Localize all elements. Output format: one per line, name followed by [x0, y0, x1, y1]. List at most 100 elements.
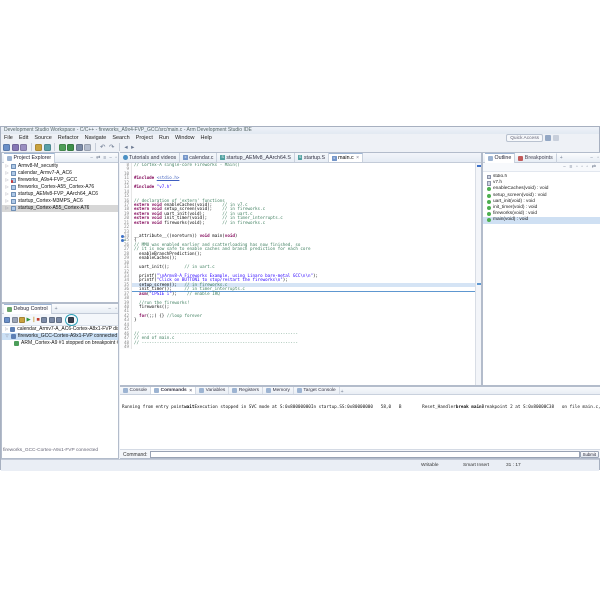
project-item-startup-cortex-m3mps-ac6[interactable]: ▷startup_Cortex-M3MPS_AC6 [2, 198, 118, 205]
redo-icon[interactable]: ↷ [108, 144, 115, 151]
quick-access-button[interactable]: Quick Access [506, 134, 543, 142]
menu-run[interactable]: Run [156, 134, 172, 142]
expander-icon[interactable]: ▷ [5, 170, 9, 177]
project-item-startup-aemv8-fvp-aarch64-ac6[interactable]: ▷startup_AEMv8-FVP_AArch64_AC6 [2, 191, 118, 198]
overview-currentline-marker[interactable] [477, 283, 481, 285]
menu-navigate[interactable]: Navigate [82, 134, 110, 142]
tab-startup-s[interactable]: Sstartup.S [295, 153, 329, 162]
search-icon[interactable] [84, 144, 91, 151]
debug-icon[interactable] [59, 144, 66, 151]
expander-icon[interactable]: ▷ [5, 177, 9, 184]
overview-ruler[interactable] [475, 163, 481, 385]
menu-edit[interactable]: Edit [16, 134, 31, 142]
project-item-startup-cortex-a55-cortex-a76[interactable]: ▷startup_Cortex-A55_Cortex-A76 [2, 205, 118, 212]
hide-fields-icon[interactable]: ▫ [575, 162, 579, 172]
add-view-icon[interactable]: + [54, 304, 59, 314]
back-icon[interactable]: ◂ [123, 144, 128, 151]
perspective-debug-icon[interactable] [553, 135, 559, 141]
disconnect-icon[interactable] [12, 317, 18, 323]
tab-breakpoints[interactable]: Breakpoints [515, 153, 556, 163]
step-into-icon[interactable] [41, 317, 47, 323]
maximize-icon[interactable]: ▫ [114, 304, 118, 314]
overview-breakpoint-marker[interactable] [477, 165, 481, 167]
expander-icon[interactable]: ▷ [5, 163, 9, 170]
tab-target-console[interactable]: Target Console [294, 387, 340, 394]
command-input[interactable] [150, 451, 580, 458]
tab-main-c[interactable]: cmain.c× [329, 153, 363, 162]
tab-project-explorer[interactable]: Project Explorer [4, 153, 55, 163]
tab-debug-control[interactable]: Debug Control [4, 304, 52, 314]
tab-calendar-c[interactable]: ccalendar.c [180, 153, 217, 162]
expander-icon[interactable]: ▷ [5, 205, 9, 212]
undo-icon[interactable]: ↶ [99, 144, 106, 151]
maximize-icon[interactable]: ▫ [114, 153, 118, 163]
collapse-all-icon[interactable]: − [89, 153, 94, 163]
sort-icon[interactable]: ≡ [569, 162, 574, 172]
run-icon[interactable] [67, 144, 74, 151]
debug-item[interactable]: ARM_Cortex-A9 #1 stopped on breakpoint #… [2, 340, 118, 347]
hide-static-icon[interactable]: ▫ [580, 162, 584, 172]
pause-icon[interactable]: ∥ [32, 317, 35, 323]
code-editor[interactable]: 8// Cortex-A single-core Fireworks - Mai… [120, 163, 475, 385]
expander-icon[interactable]: ▷ [5, 191, 9, 198]
project-item-fireworks-cortex-a55-cortex-a76[interactable]: ▷fireworks_Cortex-A55_Cortex-A76 [2, 184, 118, 191]
tab-memory[interactable]: Memory [263, 387, 294, 394]
outline-item-main-void-void[interactable]: main(void) : void [483, 217, 600, 223]
step-over-icon[interactable] [49, 317, 55, 323]
tab-registers[interactable]: Registers [229, 387, 263, 394]
project-item-fireworks-a9x4-fvp-gcc[interactable]: ▷fireworks_A9x4-FVP_GCC [2, 177, 118, 184]
maximize-icon[interactable]: ▫ [596, 153, 600, 163]
collapse-all-icon[interactable]: − [562, 162, 567, 172]
expander-icon[interactable]: ▷ [5, 198, 9, 205]
project-item-calendar-armv7-a-ac6[interactable]: ▷calendar_Armv7-A_AC6 [2, 170, 118, 177]
console-output[interactable]: Running from entry pointwaitExecution st… [120, 395, 600, 451]
debug-item[interactable]: ▷calendar_Armv7-A_AC6-Cortex-A8x1-FVP di… [2, 326, 118, 333]
build-icon[interactable] [35, 144, 42, 151]
debug-item[interactable]: ▽fireworks_GCC-Cortex-A9x1-FVP connected [2, 333, 118, 340]
tab-console[interactable]: Console [120, 387, 151, 394]
menu-help[interactable]: Help [198, 134, 215, 142]
menu-window[interactable]: Window [172, 134, 198, 142]
menu-search[interactable]: Search [109, 134, 132, 142]
connect-icon[interactable] [4, 317, 10, 323]
perspective-cpp-icon[interactable] [545, 135, 551, 141]
tab-commands[interactable]: Commands× [151, 387, 196, 394]
step-out-icon[interactable] [56, 317, 62, 323]
menu-project[interactable]: Project [133, 134, 156, 142]
add-view-icon[interactable]: + [340, 387, 345, 394]
close-tab-icon[interactable]: × [356, 155, 359, 161]
expander-icon[interactable]: ▷ [5, 184, 9, 191]
menu-file[interactable]: File [1, 134, 16, 142]
continue-icon[interactable]: ▶ [27, 317, 31, 323]
menu-source[interactable]: Source [31, 134, 54, 142]
tab-outline[interactable]: Outline [485, 153, 515, 163]
close-tab-icon[interactable]: × [189, 388, 192, 394]
link-with-editor-icon[interactable]: ⇄ [591, 162, 597, 172]
link-with-editor-icon[interactable]: ⇄ [95, 153, 101, 163]
hide-non-public-icon[interactable]: ▫ [586, 162, 590, 172]
tab-tutorials-and-videos[interactable]: Tutorials and videos [120, 153, 180, 162]
minimize-icon[interactable]: − [108, 153, 113, 163]
new-wizard-icon[interactable] [3, 144, 10, 151]
expander-icon[interactable]: ▷ [5, 326, 8, 333]
tab-variables[interactable]: Variables [196, 387, 229, 394]
code-line-49[interactable]: 49 [120, 345, 475, 349]
stop-icon[interactable]: ■ [36, 317, 39, 323]
tab-startup-aemv8-aarch64-s[interactable]: Sstartup_AEMv8_AArch64.S [217, 153, 294, 162]
view-menu-icon[interactable]: ≡ [102, 153, 107, 163]
project-item-armv8-m-security[interactable]: ▷Armv8-M_security [2, 163, 118, 170]
new-connection-icon[interactable] [44, 144, 51, 151]
save-icon[interactable] [12, 144, 19, 151]
external-tools-icon[interactable] [76, 144, 83, 151]
add-view-icon[interactable]: + [559, 153, 564, 163]
debug-console-icon[interactable] [68, 317, 74, 323]
save-all-icon[interactable] [20, 144, 27, 151]
reset-icon[interactable] [19, 317, 25, 323]
menu-refactor[interactable]: Refactor [55, 134, 82, 142]
minimize-icon[interactable]: − [589, 153, 594, 163]
minimize-icon[interactable]: − [107, 304, 112, 314]
tab-label: Target Console [303, 388, 335, 393]
expander-icon[interactable]: ▽ [5, 333, 9, 340]
submit-button[interactable]: Submit [580, 451, 599, 458]
forward-icon[interactable]: ▸ [130, 144, 135, 151]
